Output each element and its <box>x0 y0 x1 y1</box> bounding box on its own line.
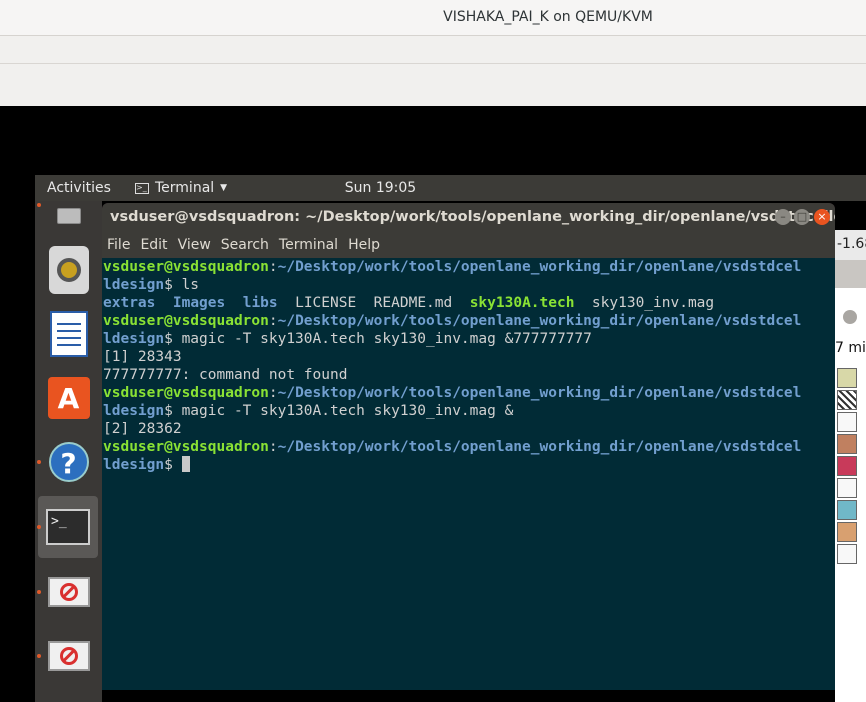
minimize-button[interactable]: – <box>775 209 791 225</box>
ls-dir: Images <box>172 295 226 311</box>
dock-item-terminal[interactable]: >_ <box>37 496 98 558</box>
prompt-path: ~/Desktop/work/tools/openlane_working_di… <box>277 259 802 275</box>
dock-item-writer[interactable] <box>35 303 102 365</box>
command-line: magic -T sky130A.tech sky130_inv.mag & <box>172 403 514 419</box>
vm-window-titlebar: VISHAKA_PAI_K on QEMU/KVM <box>0 0 866 36</box>
terminal-icon: >_ <box>46 509 90 545</box>
prompt-path-cont: ldesign <box>103 331 165 347</box>
dock-item-magic-2[interactable] <box>35 625 102 687</box>
toolbox-label: 7 mic <box>835 340 866 356</box>
text-cursor <box>181 456 190 472</box>
gnome-top-bar: Activities >_ Terminal ▼ Sun 19:05 <box>35 175 866 201</box>
dock-item-rhythmbox[interactable] <box>35 239 102 301</box>
toolbar-divider <box>0 63 866 64</box>
forbidden-app-icon <box>47 641 90 671</box>
libreoffice-writer-icon <box>49 311 88 357</box>
prompt-user: vsduser@vsdsquadron <box>103 385 269 401</box>
output-line: [1] 28343 <box>103 349 182 365</box>
running-indicator <box>37 654 41 658</box>
dock-item-magic-1[interactable] <box>35 561 102 623</box>
magic-coordinate-readout: -1.68 <box>837 236 866 252</box>
dock-item-software[interactable]: A <box>35 367 102 429</box>
close-icon[interactable] <box>843 310 857 324</box>
ls-files: LICENSE README.md <box>277 295 470 311</box>
terminal-title: vsduser@vsdsquadron: ~/Desktop/work/tool… <box>110 209 835 225</box>
vm-toolbar <box>0 36 866 106</box>
ls-dir: extras <box>103 295 156 311</box>
layer-swatch[interactable] <box>837 390 857 410</box>
terminal-titlebar[interactable]: vsduser@vsdsquadron: ~/Desktop/work/tool… <box>102 203 835 231</box>
command-line: magic -T sky130A.tech sky130_inv.mag &77… <box>172 331 592 347</box>
layer-swatch[interactable] <box>837 500 857 520</box>
prompt-path: ~/Desktop/work/tools/openlane_working_di… <box>277 313 802 329</box>
running-indicator <box>37 460 41 464</box>
running-indicator <box>37 590 41 594</box>
rhythmbox-icon <box>48 246 89 294</box>
close-button[interactable]: × <box>814 209 830 225</box>
magic-toolbox-window: 7 mic <box>835 260 866 702</box>
forbidden-app-icon <box>47 577 90 607</box>
dock-item-help[interactable]: ? <box>35 431 102 493</box>
layer-swatch[interactable] <box>837 456 857 476</box>
command-line: ls <box>172 277 200 293</box>
maximize-button[interactable]: □ <box>794 209 810 225</box>
menu-view[interactable]: View <box>173 231 216 259</box>
terminal-output[interactable]: vsduser@vsdsquadron:~/Desktop/work/tools… <box>102 258 835 690</box>
lock-icon[interactable] <box>837 544 857 564</box>
running-indicator <box>37 525 41 529</box>
layer-palette <box>837 366 866 566</box>
lock-icon[interactable] <box>837 478 857 498</box>
clock[interactable]: Sun 19:05 <box>35 175 866 202</box>
help-icon: ? <box>48 442 89 482</box>
dock: A ? >_ <box>35 201 102 702</box>
layer-swatch[interactable] <box>837 434 857 454</box>
dock-item-files[interactable] <box>35 201 102 231</box>
ls-files: sky130_inv.mag <box>574 295 715 311</box>
magic-layout-window[interactable]: -1.68 7 mic <box>835 230 866 702</box>
prompt-user: vsduser@vsdsquadron <box>103 439 269 455</box>
menu-help[interactable]: Help <box>343 231 385 259</box>
vm-window-title: VISHAKA_PAI_K on QEMU/KVM <box>443 9 653 25</box>
toolbox-titlebar <box>835 260 866 288</box>
lock-icon[interactable] <box>837 412 857 432</box>
output-line: [2] 28362 <box>103 421 182 437</box>
menu-edit[interactable]: Edit <box>135 231 172 259</box>
magic-header: -1.68 <box>835 230 866 260</box>
prompt-path-cont: ldesign <box>103 403 165 419</box>
menu-terminal[interactable]: Terminal <box>274 231 343 259</box>
layer-swatch[interactable] <box>837 522 857 542</box>
files-icon <box>56 208 81 224</box>
terminal-window[interactable]: vsduser@vsdsquadron: ~/Desktop/work/tool… <box>102 203 835 690</box>
prompt-path-cont: ldesign <box>103 277 165 293</box>
output-line: 777777777: command not found <box>103 367 348 383</box>
terminal-menubar: File Edit View Search Terminal Help <box>102 231 835 258</box>
ubuntu-software-icon: A <box>47 377 90 419</box>
layer-swatch[interactable] <box>837 368 857 388</box>
ls-exe: sky130A.tech <box>469 295 575 311</box>
prompt-path: ~/Desktop/work/tools/openlane_working_di… <box>277 385 802 401</box>
menu-search[interactable]: Search <box>216 231 274 259</box>
ls-dir: libs <box>242 295 278 311</box>
menu-file[interactable]: File <box>102 231 135 259</box>
prompt-path: ~/Desktop/work/tools/openlane_working_di… <box>277 439 802 455</box>
prompt-user: vsduser@vsdsquadron <box>103 313 269 329</box>
prompt-user: vsduser@vsdsquadron <box>103 259 269 275</box>
running-indicator <box>37 203 41 207</box>
prompt-path-cont: ldesign <box>103 457 165 473</box>
